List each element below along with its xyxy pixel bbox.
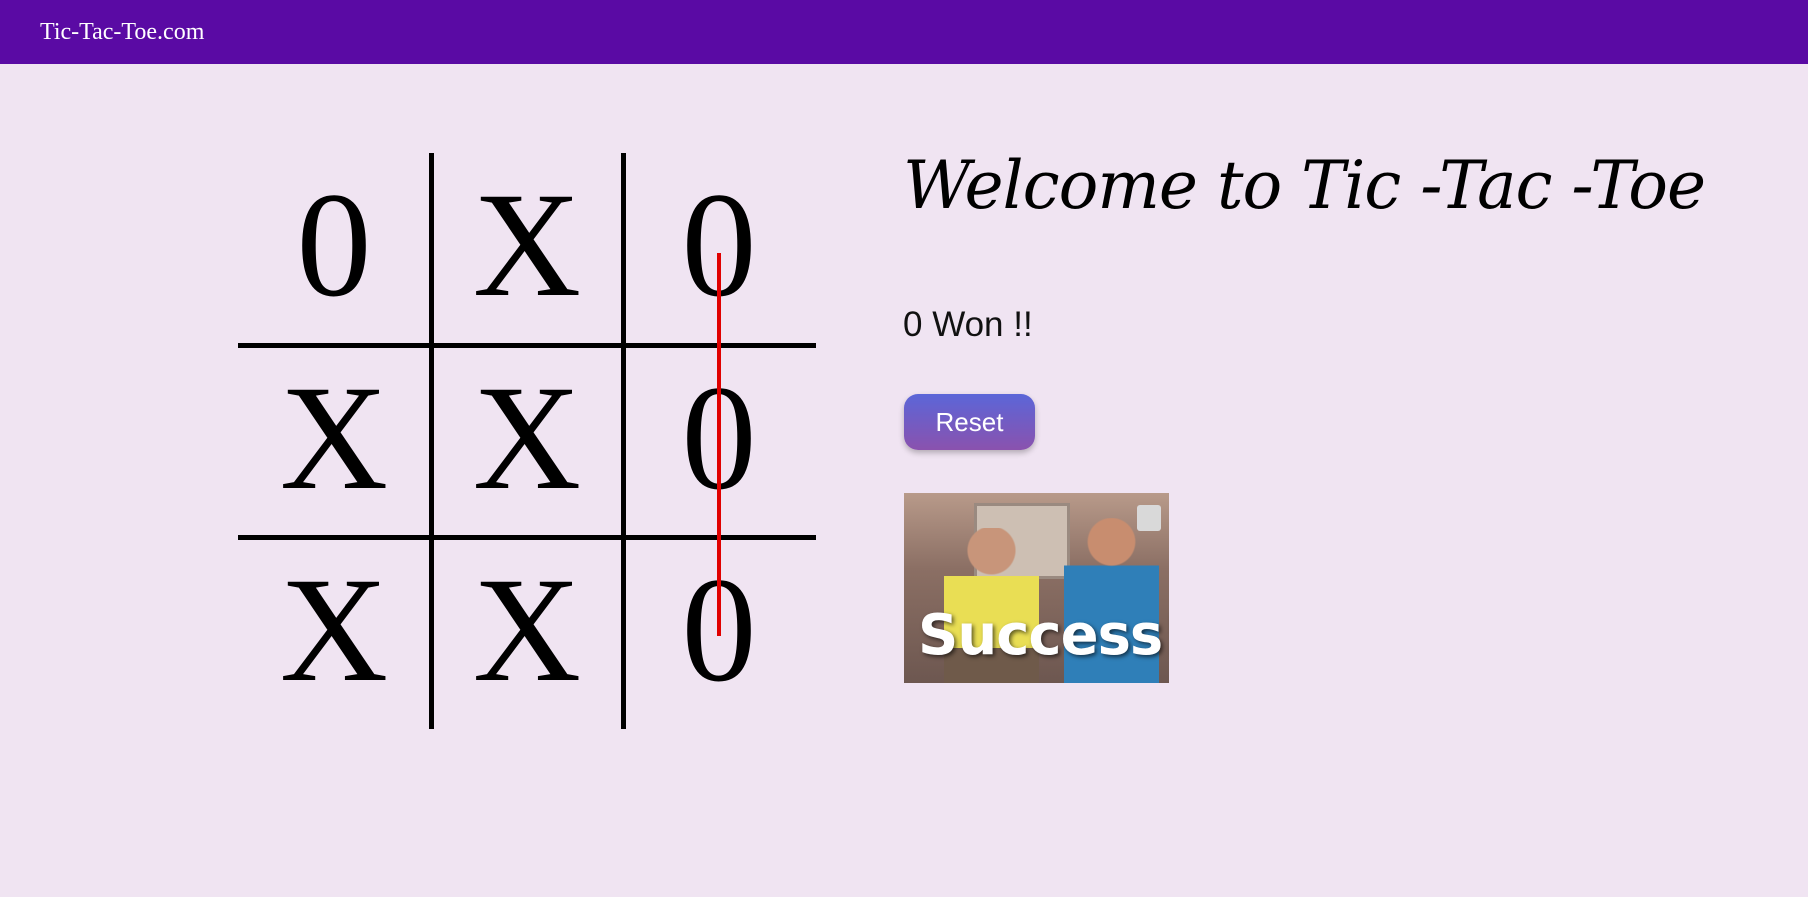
- board-cell-r1c2[interactable]: X: [431, 153, 623, 345]
- reset-button[interactable]: Reset: [904, 394, 1035, 450]
- gif-caption: Success!: [918, 603, 1169, 668]
- navbar: Tic-Tac-Toe.com: [0, 0, 1808, 64]
- success-gif: Success!: [904, 493, 1169, 683]
- game-board: 0 X 0 X X 0 X X 0: [238, 153, 816, 729]
- game-status: 0 Won !!: [903, 305, 1033, 344]
- board-cell-r3c2[interactable]: X: [431, 538, 623, 730]
- winning-line: [717, 253, 721, 636]
- channel-logo-icon: [1137, 505, 1161, 531]
- board-cell-r1c1[interactable]: 0: [238, 153, 430, 345]
- board-cell-r2c1[interactable]: X: [238, 346, 430, 538]
- board-cell-r2c2[interactable]: X: [431, 346, 623, 538]
- brand-link[interactable]: Tic-Tac-Toe.com: [40, 16, 204, 48]
- page-title: Welcome to Tic -Tac -Toe: [903, 147, 1706, 224]
- board-cell-r3c1[interactable]: X: [238, 538, 430, 730]
